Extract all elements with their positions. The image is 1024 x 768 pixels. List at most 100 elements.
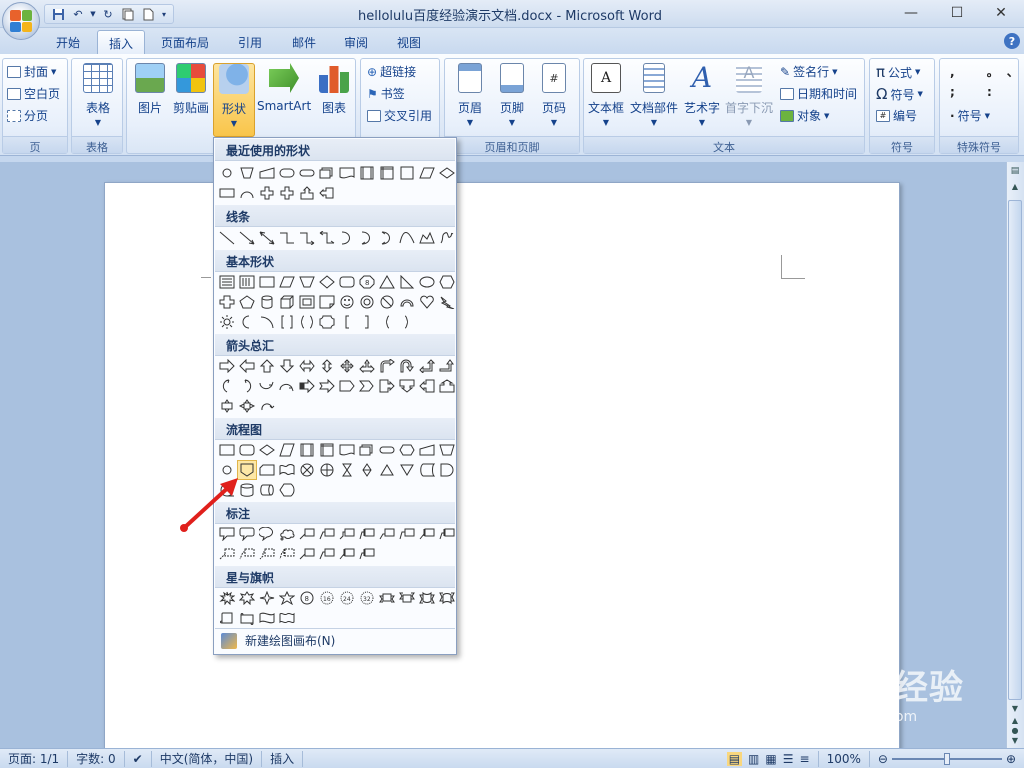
- outline-icon[interactable]: ☰: [783, 752, 794, 766]
- notched-right-arrow-shape-icon[interactable]: [317, 376, 337, 396]
- freeform-shape-icon[interactable]: [417, 228, 437, 248]
- equation-button[interactable]: π 公式 ▼: [876, 63, 920, 81]
- zoom-out-icon[interactable]: ⊖: [878, 752, 888, 766]
- curved-down-arrow-shape-icon[interactable]: [277, 376, 297, 396]
- star-16-point-shape-icon[interactable]: 16: [317, 588, 337, 608]
- bevel-shape-icon[interactable]: [297, 292, 317, 312]
- extract-shape-icon[interactable]: [377, 460, 397, 480]
- block-arc-shape-icon[interactable]: [397, 292, 417, 312]
- full-screen-reading-icon[interactable]: ▥: [748, 752, 759, 766]
- bookmark-button[interactable]: ⚑ 书签: [367, 85, 405, 102]
- line-callout-13-shape-icon[interactable]: [297, 544, 317, 564]
- zoom-track[interactable]: [891, 752, 1002, 765]
- internal-storage-shape-icon[interactable]: [317, 440, 337, 460]
- diamond-shape-icon[interactable]: [317, 272, 337, 292]
- picture-button[interactable]: 图片: [133, 63, 167, 116]
- alternate-process-shape-icon[interactable]: [237, 440, 257, 460]
- cross-reference-button[interactable]: 交叉引用: [367, 107, 432, 124]
- up-ribbon-shape-icon[interactable]: [377, 588, 397, 608]
- left-bracket-shape-icon[interactable]: [337, 312, 357, 332]
- star-5-point-shape-icon[interactable]: [277, 588, 297, 608]
- previous-page-icon[interactable]: ▲: [1008, 716, 1022, 726]
- text-box-shape-icon[interactable]: [217, 272, 237, 292]
- clip-art-button[interactable]: 剪贴画: [171, 63, 211, 116]
- trapezoid-shape-icon[interactable]: [237, 163, 257, 183]
- line-shape-icon[interactable]: [217, 228, 237, 248]
- display-shape-icon[interactable]: [277, 480, 297, 500]
- ruler-toggle-icon[interactable]: ▤: [1008, 166, 1022, 178]
- internal-storage-shape-icon[interactable]: [377, 163, 397, 183]
- left-arrow-callout-shape-icon[interactable]: [317, 183, 337, 203]
- line-callout-15-shape-icon[interactable]: [337, 544, 357, 564]
- tab-insert[interactable]: 插入: [97, 30, 145, 54]
- octagon-shape-icon[interactable]: 8: [357, 272, 377, 292]
- curved-left-arrow-shape-icon[interactable]: [237, 376, 257, 396]
- word-count[interactable]: 字数: 0: [68, 750, 125, 767]
- special-symbols-row-2[interactable]: ; : ?: [950, 85, 1024, 99]
- tab-mailings[interactable]: 邮件: [280, 30, 328, 54]
- select-browse-object-icon[interactable]: ●: [1008, 726, 1022, 736]
- block-arc-shape-icon[interactable]: [237, 183, 257, 203]
- document-shape-icon[interactable]: [337, 440, 357, 460]
- page-number-button[interactable]: # 页码 ▼: [535, 63, 573, 127]
- up-arrow-callout-shape-icon[interactable]: [437, 376, 457, 396]
- star-32-point-shape-icon[interactable]: 32: [357, 588, 377, 608]
- preparation-shape-icon[interactable]: [397, 440, 417, 460]
- page-count[interactable]: 页面: 1/1: [0, 750, 69, 767]
- right-triangle-shape-icon[interactable]: [397, 272, 417, 292]
- down-arrow-shape-icon[interactable]: [277, 356, 297, 376]
- text-box-button[interactable]: A 文本框 ▼: [586, 63, 626, 127]
- left-arrow-shape-icon[interactable]: [237, 356, 257, 376]
- circular-arrow-shape-icon[interactable]: [257, 396, 277, 416]
- date-time-button[interactable]: 日期和时间: [780, 85, 857, 102]
- help-icon[interactable]: ?: [1004, 33, 1020, 49]
- quad-arrow-callout-shape-icon[interactable]: [237, 396, 257, 416]
- terminator-shape-icon[interactable]: [377, 440, 397, 460]
- bent-arrow-shape-icon[interactable]: [377, 356, 397, 376]
- minimize-button[interactable]: —: [888, 0, 934, 26]
- curved-down-ribbon-shape-icon[interactable]: [437, 588, 457, 608]
- oval-callout-shape-icon[interactable]: [257, 524, 277, 544]
- cube-shape-icon[interactable]: [277, 292, 297, 312]
- rectangle-shape-icon[interactable]: [257, 272, 277, 292]
- up-arrow-callout-shape-icon[interactable]: [297, 183, 317, 203]
- manual-operation-shape-icon[interactable]: [437, 440, 457, 460]
- scrollbar-thumb[interactable]: [1008, 200, 1022, 700]
- cover-page-button[interactable]: 封面 ▼: [7, 63, 56, 80]
- folded-corner-shape-icon[interactable]: [317, 292, 337, 312]
- new-document-icon[interactable]: [139, 6, 157, 22]
- hexagon-shape-icon[interactable]: [437, 272, 457, 292]
- moon-shape-icon[interactable]: [237, 312, 257, 332]
- explosion-1-shape-icon[interactable]: [217, 588, 237, 608]
- table-button[interactable]: 表格 ▼: [80, 63, 116, 127]
- symbol-button[interactable]: Ω 符号 ▼: [876, 85, 923, 103]
- numbering-button[interactable]: # 编号: [876, 107, 917, 124]
- scroll-up-icon[interactable]: ▲: [1008, 182, 1022, 196]
- sun-shape-icon[interactable]: [217, 312, 237, 332]
- scribble-shape-icon[interactable]: [437, 228, 457, 248]
- tab-view[interactable]: 视图: [386, 30, 432, 54]
- right-arrow-callout-shape-icon[interactable]: [377, 376, 397, 396]
- undo-dropdown-icon[interactable]: ▼: [89, 6, 97, 22]
- scroll-down-icon[interactable]: ▼: [1008, 704, 1022, 716]
- line-callout-6-shape-icon[interactable]: [397, 524, 417, 544]
- tab-page-layout[interactable]: 页面布局: [152, 30, 218, 54]
- footer-button[interactable]: 页脚 ▼: [493, 63, 531, 127]
- tab-review[interactable]: 审阅: [332, 30, 380, 54]
- elbow-connector-shape-icon[interactable]: [277, 228, 297, 248]
- plus-shape-icon[interactable]: [277, 183, 297, 203]
- vertical-text-box-shape-icon[interactable]: [237, 272, 257, 292]
- elbow-double-arrow-connector-shape-icon[interactable]: [317, 228, 337, 248]
- curved-double-arrow-connector-shape-icon[interactable]: [377, 228, 397, 248]
- web-layout-icon[interactable]: ▦: [765, 752, 776, 766]
- summing-junction-shape-icon[interactable]: [297, 460, 317, 480]
- right-bracket-shape-icon[interactable]: [357, 312, 377, 332]
- rectangle-shape-icon[interactable]: [397, 163, 417, 183]
- special-symbols-row-1[interactable]: , 。、: [950, 63, 1024, 80]
- or-shape-icon[interactable]: [317, 460, 337, 480]
- line-callout-12-shape-icon[interactable]: [277, 544, 297, 564]
- shapes-button[interactable]: 形状 ▼: [213, 63, 255, 137]
- page-break-button[interactable]: 分页: [7, 107, 48, 124]
- pentagon-shape-icon[interactable]: [237, 292, 257, 312]
- document-shape-icon[interactable]: [337, 163, 357, 183]
